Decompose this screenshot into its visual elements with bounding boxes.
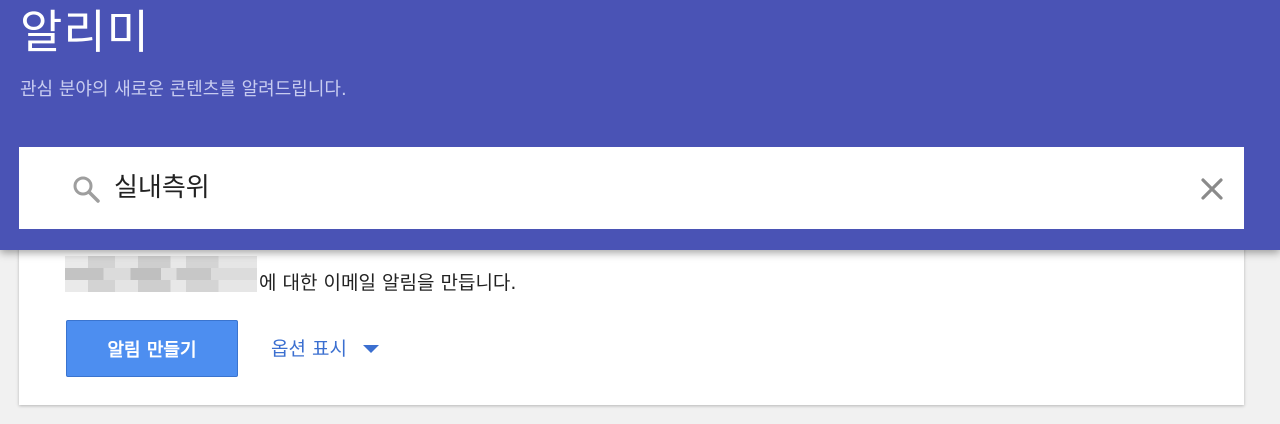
page-subtitle: 관심 분야의 새로운 콘텐츠를 알려드립니다. xyxy=(20,79,347,100)
search-icon xyxy=(73,176,100,203)
search-bar[interactable]: 실내측위 xyxy=(19,147,1244,229)
alert-preview-card: 에 대한 이메일 알림을 만듭니다. 알림 만들기 옵션 표시 xyxy=(19,228,1244,405)
alert-description: 에 대한 이메일 알림을 만듭니다. xyxy=(259,272,517,294)
show-options-label: 옵션 표시 xyxy=(271,338,347,360)
redacted-email xyxy=(65,256,257,292)
chevron-down-icon xyxy=(362,345,379,353)
create-alert-button[interactable]: 알림 만들기 xyxy=(66,320,238,377)
page-title: 알리미 xyxy=(20,5,150,59)
header: 알리미 관심 분야의 새로운 콘텐츠를 알려드립니다. 실내측위 xyxy=(0,0,1280,250)
search-input[interactable]: 실내측위 xyxy=(114,171,210,205)
show-options-link[interactable]: 옵션 표시 xyxy=(271,336,379,362)
close-icon[interactable] xyxy=(1199,176,1225,202)
